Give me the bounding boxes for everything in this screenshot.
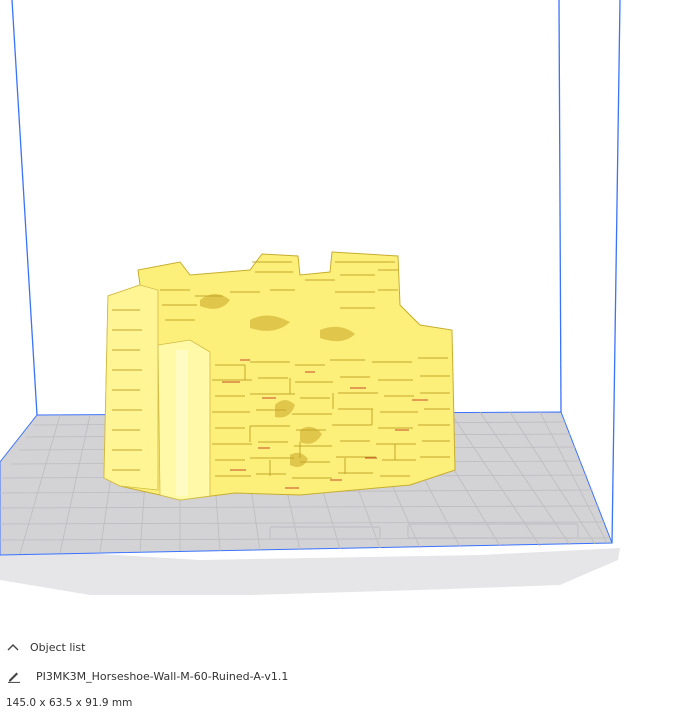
- pillar-highlight: [176, 350, 188, 496]
- object-list-label: Object list: [30, 640, 86, 654]
- object-dimensions: 145.0 x 63.5 x 91.9 mm: [6, 697, 133, 709]
- model-left-pillar: [103, 284, 159, 491]
- 3d-viewport[interactable]: [0, 0, 686, 630]
- chevron-up-icon[interactable]: [2, 638, 24, 656]
- object-list-header[interactable]: Object list: [0, 638, 85, 656]
- build-volume-scene[interactable]: [0, 0, 686, 630]
- wall-model[interactable]: [103, 251, 456, 501]
- object-list-item[interactable]: PI3MK3M_Horseshoe-Wall-M-60-Ruined-A-v1.…: [0, 666, 288, 686]
- object-name: PI3MK3M_Horseshoe-Wall-M-60-Ruined-A-v1.…: [36, 669, 289, 683]
- object-panel: Object list PI3MK3M_Horseshoe-Wall-M-60-…: [0, 630, 686, 713]
- pencil-icon[interactable]: [2, 666, 26, 686]
